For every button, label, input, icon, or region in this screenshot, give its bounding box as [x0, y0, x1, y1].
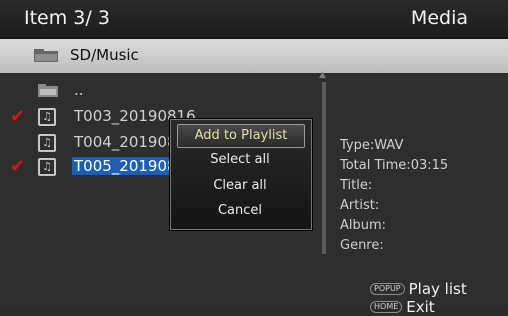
folder-up-icon	[38, 84, 58, 97]
menu-item-select-all[interactable]: Select all	[177, 149, 303, 171]
hint-label: Play list	[408, 279, 467, 298]
hint-label: Exit	[406, 297, 435, 316]
popup-key-badge: POPUP	[370, 282, 405, 295]
menu-item-cancel[interactable]: Cancel	[177, 200, 303, 222]
menu-item-clear-all[interactable]: Clear all	[177, 175, 303, 197]
hint-home: HOME Exit	[370, 296, 435, 316]
section-title: Media	[410, 7, 468, 29]
music-note-icon: ♫	[38, 134, 56, 152]
detail-genre: Genre:	[340, 238, 384, 253]
folder-icon	[34, 49, 58, 62]
detail-type: Type:WAV	[340, 138, 404, 153]
detail-artist: Artist:	[340, 198, 380, 213]
current-path: SD/Music	[70, 46, 139, 64]
popup-menu: Add to Playlist Select all Clear all Can…	[170, 119, 312, 230]
detail-album: Album:	[340, 218, 387, 233]
detail-title: Title:	[340, 178, 373, 193]
hint-popup: POPUP Play list	[370, 278, 467, 298]
music-note-icon: ♫	[38, 158, 56, 176]
title-bar: Item 3/ 3 Media	[0, 0, 508, 39]
check-icon: ✔	[10, 106, 26, 127]
list-item-parent[interactable]: ..	[0, 80, 330, 102]
scrollbar[interactable]: ▲	[319, 70, 326, 254]
item-counter: Item 3/ 3	[24, 7, 110, 29]
check-icon: ✔	[10, 156, 26, 177]
music-note-icon: ♫	[38, 108, 56, 126]
detail-total-time: Total Time:03:15	[340, 158, 449, 173]
menu-item-add-to-playlist[interactable]: Add to Playlist	[177, 124, 305, 148]
path-bar: SD/Music	[0, 39, 508, 73]
scroll-up-icon: ▲	[319, 70, 326, 80]
home-key-badge: HOME	[370, 300, 403, 313]
file-details: Type:WAV Total Time:03:15 Title: Artist:…	[340, 136, 448, 256]
file-name: ..	[74, 81, 84, 99]
